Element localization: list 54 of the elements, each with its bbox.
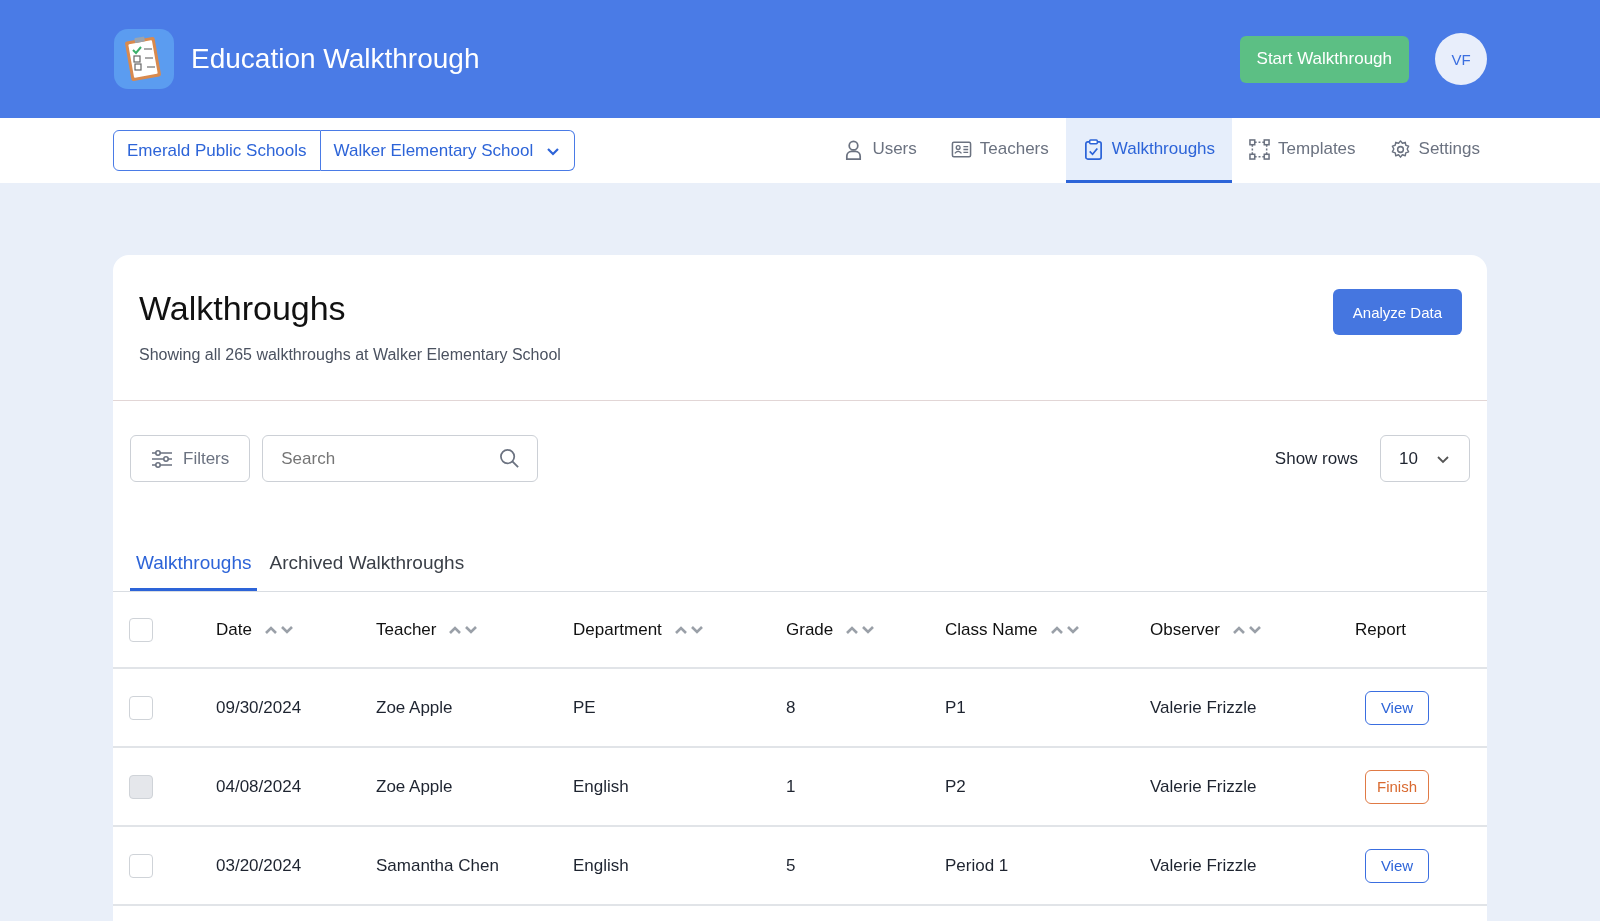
- view-button[interactable]: View: [1365, 690, 1429, 725]
- school-selector[interactable]: Walker Elementary School: [320, 130, 576, 171]
- district-selector[interactable]: Emerald Public Schools: [113, 130, 321, 171]
- column-header[interactable]: Department: [573, 619, 662, 640]
- column-header[interactable]: Date: [216, 619, 252, 640]
- table-cell: Valerie Frizzle: [1150, 776, 1257, 796]
- sliders-icon: [151, 449, 173, 468]
- nav-tab[interactable]: Settings: [1372, 118, 1497, 183]
- page-title: Walkthroughs: [139, 289, 347, 328]
- nav-tab[interactable]: Users: [826, 118, 934, 183]
- search-icon: [499, 448, 521, 469]
- page-subtitle: Showing all 265 walkthroughs at Walker Elementary School: [139, 346, 561, 364]
- table-cell: Valerie Frizzle: [1150, 697, 1257, 717]
- table-cell: Zoe Apple: [376, 697, 453, 717]
- table-cell: English: [573, 855, 629, 875]
- table-cell: 8: [786, 697, 796, 717]
- table-cell: Samantha Chen: [376, 855, 499, 875]
- row-checkbox[interactable]: [129, 853, 153, 878]
- settings-icon: [1389, 138, 1411, 160]
- clipboard-check-icon: [1082, 138, 1104, 160]
- table-cell: English: [573, 776, 629, 796]
- table-cell: 1: [786, 776, 796, 796]
- table-cell: Period 1: [945, 855, 1009, 875]
- table-cell: 04/08/2024: [216, 776, 302, 796]
- nav-tab[interactable]: Teachers: [933, 118, 1066, 183]
- clipboard-logo-icon: [114, 29, 174, 89]
- table-cell: P1: [945, 697, 966, 717]
- rows-per-page-select[interactable]: 10: [1380, 435, 1470, 482]
- view-button[interactable]: View: [1365, 848, 1429, 883]
- user-avatar[interactable]: VF: [1435, 33, 1487, 85]
- tab[interactable]: Archived Walkthroughs: [263, 552, 471, 591]
- frame-icon: [1249, 138, 1271, 160]
- column-header[interactable]: Class Name: [945, 619, 1038, 640]
- table-cell: 09/30/2024: [216, 697, 302, 717]
- select-all-checkbox[interactable]: [129, 617, 153, 642]
- column-header: Report: [1355, 619, 1407, 640]
- table-cell: 03/20/2024: [216, 855, 302, 875]
- nav-tab[interactable]: Templates: [1232, 118, 1373, 183]
- column-header[interactable]: Grade: [786, 619, 834, 640]
- filters-button[interactable]: Filters: [130, 435, 251, 482]
- show-rows-label: Show rows: [1274, 448, 1358, 469]
- analyze-data-button[interactable]: Analyze Data: [1332, 289, 1462, 335]
- column-header[interactable]: Teacher: [376, 619, 437, 640]
- table-cell: Zoe Apple: [376, 776, 453, 796]
- table-cell: P2: [945, 776, 966, 796]
- column-header[interactable]: Observer: [1150, 619, 1220, 640]
- tab[interactable]: Walkthroughs: [130, 552, 258, 591]
- row-checkbox[interactable]: [129, 695, 153, 720]
- table-cell: 5: [786, 855, 796, 875]
- table-cell: Valerie Frizzle: [1150, 855, 1257, 875]
- search-field[interactable]: Search: [262, 435, 539, 482]
- nav-tab[interactable]: Walkthroughs: [1065, 118, 1233, 183]
- app-title: Education Walkthrough: [191, 43, 480, 75]
- table-cell: PE: [573, 697, 596, 717]
